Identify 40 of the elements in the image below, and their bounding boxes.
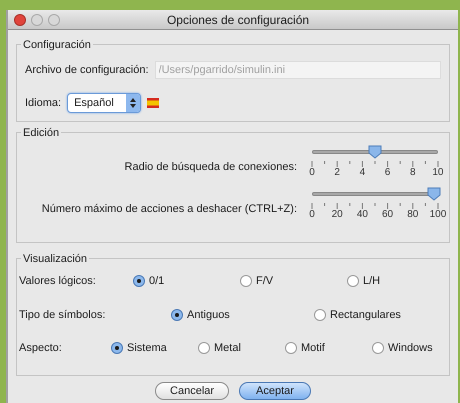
option-group-label: Tipo de símbolos:	[19, 308, 106, 320]
tick-label: 40	[356, 209, 368, 221]
language-dropdown[interactable]: Español	[67, 93, 142, 113]
cancel-button[interactable]: Cancelar	[155, 382, 230, 400]
minimize-button[interactable]	[31, 14, 43, 26]
field-label: Archivo de configuración:	[25, 62, 149, 78]
tick-label: 60	[382, 209, 394, 221]
slider-thumb[interactable]	[368, 145, 382, 159]
zoom-button[interactable]	[48, 14, 60, 26]
tick-label: 10	[432, 167, 444, 179]
radio-option[interactable]: Sistema	[111, 340, 167, 356]
radio-option[interactable]: 0/1	[133, 273, 164, 290]
slider-thumb[interactable]	[427, 187, 441, 201]
slider-label: Radio de búsqueda de conexiones:	[124, 160, 297, 175]
tick-label: 20	[332, 209, 343, 221]
window-title: Opciones de configuración	[166, 12, 310, 29]
radio-option[interactable]: L/H	[347, 273, 380, 290]
dropdown-arrows-icon	[126, 94, 140, 112]
group-title: Configuración	[21, 37, 93, 54]
tick-label: 8	[410, 167, 416, 179]
field-label: Idioma:	[25, 96, 62, 111]
option-group-label: Aspecto:	[19, 342, 62, 354]
tick-label: 80	[407, 209, 418, 221]
radio-option[interactable]: Rectangulares	[314, 306, 401, 323]
slider-label: Número máximo de acciones a deshacer (CTRL+Z):	[40, 202, 297, 217]
flag-icon	[147, 98, 160, 108]
tick-label: 0	[309, 209, 315, 221]
tick-label: 6	[384, 167, 390, 179]
radio-option[interactable]: Motif	[285, 340, 325, 356]
radio-option[interactable]: F/V	[240, 273, 274, 290]
tick-label: 2	[334, 167, 340, 179]
radio-option[interactable]: Windows	[372, 340, 433, 356]
tick-label: 0	[309, 167, 315, 179]
radio-option[interactable]: Metal	[198, 340, 241, 356]
close-button[interactable]	[14, 14, 26, 26]
tick-label: 4	[360, 167, 366, 179]
option-group-label: Valores lógicos:	[19, 275, 96, 287]
radio-option[interactable]: Antiguos	[171, 306, 230, 323]
accept-button[interactable]: Aceptar	[239, 382, 311, 400]
tick-label: 100	[430, 209, 446, 221]
